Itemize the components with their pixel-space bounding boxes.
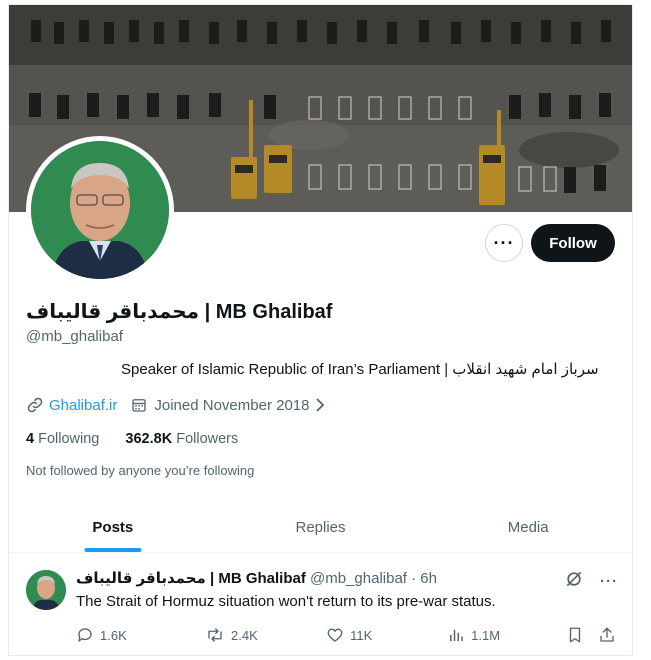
calendar-icon bbox=[130, 396, 148, 414]
tab-replies[interactable]: Replies bbox=[217, 503, 425, 552]
tab-media[interactable]: Media bbox=[424, 503, 632, 552]
profile-page: ··· Follow محمدباقر قالیباف | MB Ghaliba… bbox=[8, 4, 633, 656]
repost-count: 2.4K bbox=[231, 627, 258, 643]
repost-icon bbox=[205, 626, 225, 644]
reply-button[interactable]: 1.6K bbox=[76, 626, 205, 644]
tweet-top-actions: ··· bbox=[564, 569, 618, 594]
tweet-actions: 1.6K 2.4K 11K 1.1M bbox=[76, 626, 616, 644]
tweet-header: محمدباقر قالیباف | MB Ghalibaf @mb_ghali… bbox=[76, 569, 437, 587]
share-icon bbox=[598, 626, 616, 644]
repost-button[interactable]: 2.4K bbox=[205, 626, 326, 644]
avatar-photo bbox=[31, 141, 169, 279]
more-options-button[interactable]: ··· bbox=[485, 224, 523, 262]
tweet-handle-time[interactable]: @mb_ghalibaf · 6h bbox=[310, 570, 437, 587]
not-followed-notice: Not followed by anyone you’re following bbox=[26, 463, 255, 478]
views-count: 1.1M bbox=[471, 627, 501, 643]
like-button[interactable]: 11K bbox=[326, 626, 447, 644]
tab-posts[interactable]: Posts bbox=[9, 503, 217, 552]
bookmark-button[interactable] bbox=[566, 626, 598, 644]
profile-avatar[interactable] bbox=[26, 136, 174, 284]
profile-meta: Ghalibaf.ir Joined November 2018 bbox=[26, 396, 327, 414]
like-icon bbox=[326, 626, 344, 644]
followers-link[interactable]: 362.8K Followers bbox=[125, 431, 238, 447]
tweet-more-button[interactable]: ··· bbox=[600, 573, 618, 590]
chevron-right-icon[interactable] bbox=[313, 396, 327, 414]
views-icon bbox=[447, 626, 465, 644]
profile-tabs: Posts Replies Media bbox=[9, 503, 632, 553]
tweet-text: The Strait of Hormuz situation won't ret… bbox=[76, 593, 496, 610]
link-icon bbox=[26, 396, 44, 414]
follow-counts: 4 Following 362.8K Followers bbox=[26, 431, 238, 447]
following-link[interactable]: 4 Following bbox=[26, 431, 99, 447]
tweet-author[interactable]: محمدباقر قالیباف | MB Ghalibaf bbox=[76, 570, 306, 587]
like-count: 11K bbox=[350, 627, 373, 643]
share-button[interactable] bbox=[598, 626, 616, 644]
profile-name: محمدباقر قالیباف | MB Ghalibaf bbox=[26, 301, 333, 323]
bookmark-icon bbox=[566, 626, 584, 644]
profile-website-link[interactable]: Ghalibaf.ir bbox=[49, 397, 117, 414]
views-button[interactable]: 1.1M bbox=[447, 626, 566, 644]
reply-icon bbox=[76, 626, 94, 644]
reply-count: 1.6K bbox=[100, 627, 127, 643]
profile-bio: Speaker of Islamic Republic of Iran’s Pa… bbox=[121, 361, 599, 378]
tweet[interactable]: محمدباقر قالیباف | MB Ghalibaf @mb_ghali… bbox=[9, 554, 632, 655]
profile-handle: @mb_ghalibaf bbox=[26, 328, 123, 345]
follow-button[interactable]: Follow bbox=[531, 224, 615, 262]
grok-icon[interactable] bbox=[564, 569, 584, 594]
tweet-avatar[interactable] bbox=[26, 570, 66, 610]
joined-date: Joined November 2018 bbox=[154, 396, 310, 414]
